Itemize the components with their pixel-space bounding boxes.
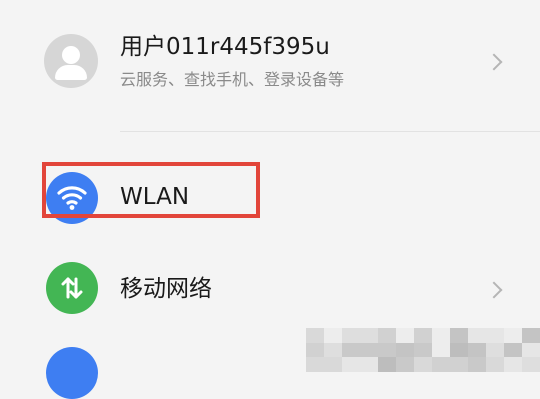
divider <box>120 131 540 132</box>
account-name: 用户011r445f395u <box>120 34 330 60</box>
bluetooth-icon[interactable] <box>46 347 98 399</box>
account-subtitle: 云服务、查找手机、登录设备等 <box>120 70 345 89</box>
chevron-right-icon <box>485 281 503 299</box>
highlight-annotation <box>42 162 260 218</box>
avatar-icon <box>44 34 98 88</box>
mobile-network-label: 移动网络 <box>120 276 212 302</box>
account-row[interactable]: 用户011r445f395u 云服务、查找手机、登录设备等 <box>0 0 540 131</box>
settings-item-mobile-network[interactable]: 移动网络 <box>0 240 540 335</box>
chevron-right-icon <box>485 53 503 71</box>
mobile-data-icon <box>46 262 98 314</box>
